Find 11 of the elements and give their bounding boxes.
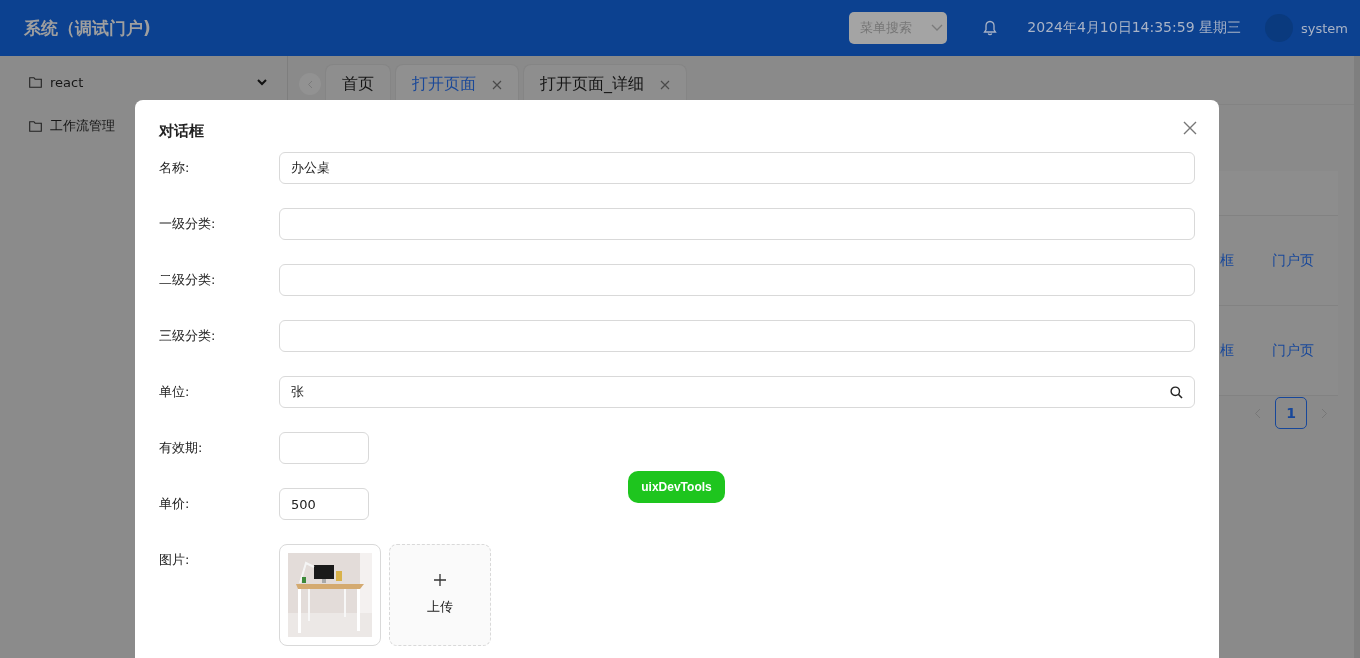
- dialog-title: 对话框: [159, 121, 204, 142]
- field-label: 单位:: [159, 383, 191, 401]
- field-label: 图片:: [159, 551, 191, 569]
- field-label: 名称:: [159, 159, 191, 177]
- field-label: 二级分类:: [159, 271, 217, 289]
- field-label: 一级分类:: [159, 215, 217, 233]
- field-label: 单价:: [159, 495, 191, 513]
- field-label: 有效期:: [159, 439, 204, 457]
- datetime-text: 2024年4月10日14:35:59 星期三: [1027, 19, 1241, 37]
- field-label: 三级分类:: [159, 327, 217, 345]
- app-title: 系统（调试门户): [24, 16, 152, 40]
